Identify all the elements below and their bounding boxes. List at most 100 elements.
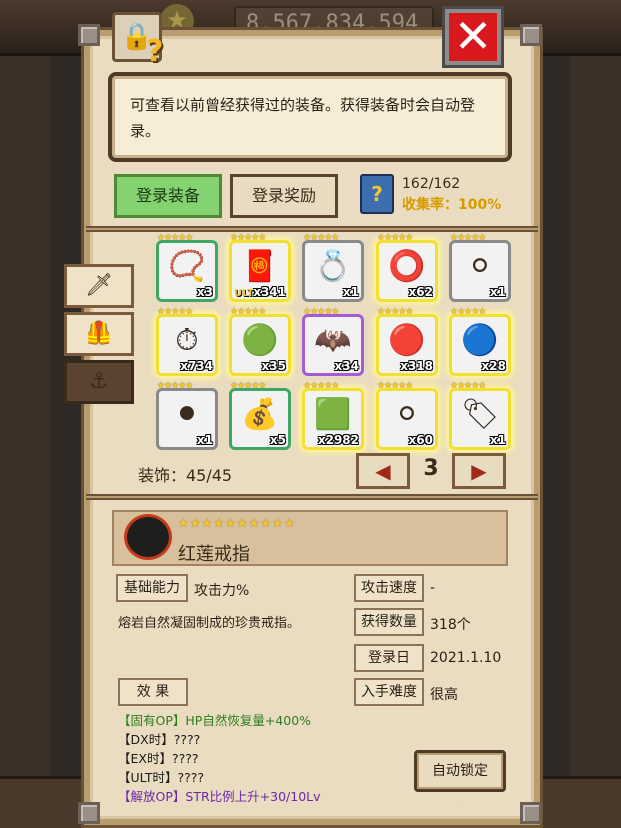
item-slot[interactable]: ★★★★★ 💍 x1: [302, 233, 364, 302]
item-stars: ★★★★★: [230, 307, 266, 317]
arrow-left-icon: ◀: [375, 459, 391, 483]
item-slot[interactable]: ★★★★★ 🦇 x34: [302, 307, 364, 376]
effect-text: ????: [171, 751, 199, 766]
effect-line: 【解放OP】STR比例上升+30/10Lv: [118, 786, 321, 805]
effect-text: ????: [177, 770, 205, 785]
auto-lock-button[interactable]: 自动锁定: [414, 750, 506, 792]
item-stars: ★★★★★: [303, 233, 339, 243]
item-stars: ★★★★★: [377, 233, 413, 243]
item-stars: ★★★★★: [303, 381, 339, 391]
effect-tag: 【EX时】: [118, 751, 172, 766]
sword-icon: 🗡: [85, 273, 113, 298]
item-slot[interactable]: ★★★★★ ⚪ x60: [376, 381, 438, 450]
question-mark-icon: ?: [146, 34, 164, 69]
item-stars: ★★★★★: [450, 307, 486, 317]
item-slot[interactable]: ★★★★★ ⚪ x1: [449, 233, 511, 302]
item-stars: ★★★★★: [230, 233, 266, 243]
side-tab-weapon[interactable]: 🗡: [64, 264, 134, 308]
orb-icon: 🟩: [314, 397, 352, 432]
effect-tag: 【DX时】: [118, 732, 174, 747]
effect-label: 效 果: [118, 678, 188, 706]
accessory-icon: ⚓: [89, 369, 109, 394]
ring-diamond-icon: 💍: [314, 249, 352, 284]
item-count: x1: [342, 285, 359, 299]
item-slot[interactable]: ★★★★★ 🟢 x35: [229, 307, 291, 376]
item-count: x1: [489, 285, 506, 299]
effect-tag: 【固有OP】: [118, 713, 186, 728]
difficulty-value: 很高: [430, 687, 458, 703]
item-count: x5: [269, 433, 286, 447]
beads-icon: 📿: [168, 249, 206, 284]
item-stars: ★★★★★: [157, 307, 193, 317]
tab-registration-reward[interactable]: 登录奖励: [230, 174, 338, 218]
talisman-icon: 🧧: [241, 249, 279, 284]
item-stars: ★★★★★: [377, 307, 413, 317]
effect-tag: 【解放OP】: [118, 789, 186, 804]
item-name: 红莲戒指: [178, 544, 250, 565]
item-count: x1: [489, 433, 506, 447]
item-slot[interactable]: ★★★★★ 🔴 x318: [376, 307, 438, 376]
page-number: 3: [423, 456, 439, 481]
item-slot[interactable]: ★★★★★ 💰 x5: [229, 381, 291, 450]
item-stars: ★★★★★: [157, 381, 193, 391]
obtained-count-label: 获得数量: [354, 608, 424, 636]
ornament-count: 装饰：45/45: [138, 466, 233, 485]
background-pillar-left: [0, 56, 50, 828]
side-tab-accessory[interactable]: ⚓: [64, 360, 134, 404]
item-stars: ★★★★★: [450, 381, 486, 391]
panel-corner: [78, 24, 100, 46]
item-count: x62: [408, 285, 433, 299]
pocket-watch-icon: ⏱: [175, 323, 199, 358]
item-slot[interactable]: ★★★★★ 🏷 x1: [449, 381, 511, 450]
item-count: x2982: [317, 433, 359, 447]
item-count: x734: [180, 359, 213, 373]
ring-green-icon: 🟢: [241, 323, 279, 358]
effect-text: STR比例上升+30/10Lv: [185, 789, 321, 804]
effect-text: HP自然恢复量+400%: [185, 713, 312, 728]
obtained-count-value: 318个: [430, 617, 471, 633]
gold-pouch-icon: 💰: [241, 397, 279, 432]
item-slot[interactable]: ★★★★★ 📿 x3: [156, 233, 218, 302]
item-count: x28: [481, 359, 506, 373]
item-count: x34: [334, 359, 359, 373]
next-page-button[interactable]: ▶: [452, 453, 506, 489]
bracelet-icon: ⚫: [174, 397, 200, 432]
item-count: x318: [400, 359, 433, 373]
item-slot[interactable]: ★★★★★ 🧧 ULT x341: [229, 233, 291, 302]
item-count: x35: [261, 359, 286, 373]
ring-red-icon: [124, 514, 172, 560]
side-tab-armor[interactable]: 🦺: [64, 312, 134, 356]
tag-icon: 🏷: [460, 397, 500, 432]
item-stars: ★★★★★: [377, 381, 413, 391]
effect-tag: 【ULT时】: [118, 770, 178, 785]
register-date-value: 2021.1.10: [430, 650, 502, 666]
panel-corner: [520, 802, 542, 824]
difficulty-label: 入手难度: [354, 678, 424, 706]
setting-label: 设置: [444, 793, 472, 809]
panel-corner: [78, 802, 100, 824]
tab-registered-equipment[interactable]: 登录装备: [114, 174, 222, 218]
item-slot[interactable]: ★★★★★ 🟩 x2982: [302, 381, 364, 450]
collection-count: 162/162: [402, 176, 461, 192]
item-slot[interactable]: ★★★★★ 🔵 x28: [449, 307, 511, 376]
effect-line: 【ULT时】????: [118, 767, 204, 786]
effect-line: 【EX时】????: [118, 748, 199, 767]
close-button[interactable]: ✕: [442, 6, 504, 68]
collection-rate: 收集率：100%: [402, 197, 502, 213]
item-slot[interactable]: ★★★★★ ⚫ x1: [156, 381, 218, 450]
item-description: 熔岩自然凝固制成的珍贵戒指。: [118, 616, 301, 631]
book-icon: ?: [360, 174, 394, 214]
item-slot[interactable]: ★★★★★ ⏱ x734: [156, 307, 218, 376]
ring-silver-icon: ⚪: [467, 249, 493, 284]
register-date-label: 登录日: [354, 644, 424, 672]
ult-badge: ULT: [234, 288, 254, 299]
item-slot[interactable]: ★★★★★ ⭕ x62: [376, 233, 438, 302]
pendant-dark-icon: 🦇: [314, 323, 352, 358]
arrow-right-icon: ▶: [471, 459, 487, 483]
item-count: x60: [408, 433, 433, 447]
panel-corner: [520, 24, 542, 46]
item-stars: ★★★★★: [450, 233, 486, 243]
item-count: x3: [196, 285, 213, 299]
prev-page-button[interactable]: ◀: [356, 453, 410, 489]
background-pillar-right: [571, 56, 621, 828]
